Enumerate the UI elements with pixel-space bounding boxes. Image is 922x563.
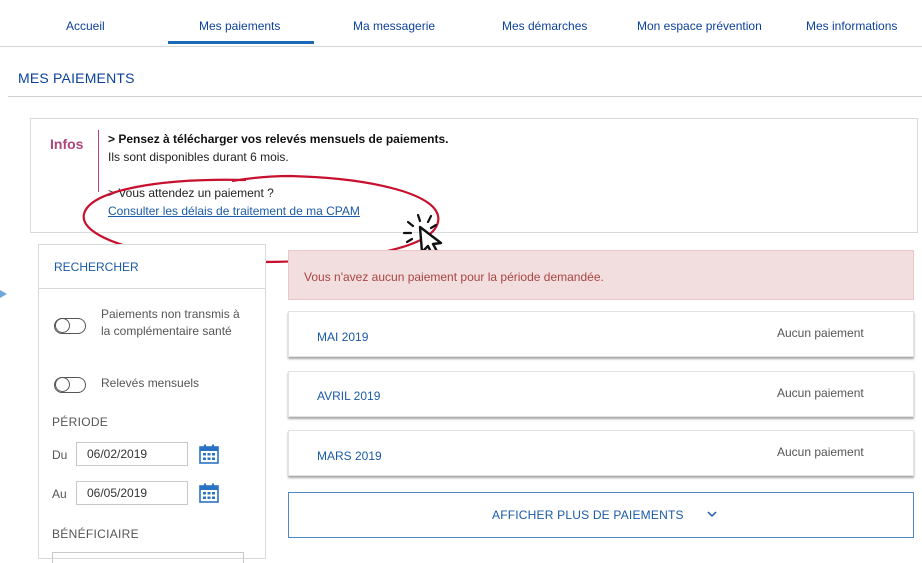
nav-item-mes-paiements[interactable]: Mes paiements <box>199 19 280 33</box>
nav-item-ma-messagerie[interactable]: Ma messagerie <box>353 19 435 33</box>
nav-item-accueil[interactable]: Accueil <box>66 19 105 33</box>
payment-status: Aucun paiement <box>777 445 864 459</box>
page-title: MES PAIEMENTS <box>18 70 135 86</box>
payment-status: Aucun paiement <box>777 326 864 340</box>
chevron-down-icon <box>707 511 717 518</box>
show-more-payments-label: AFFICHER PLUS DE PAIEMENTS <box>492 508 684 522</box>
infos-line-download: > Pensez à télécharger vos relevés mensu… <box>108 132 449 146</box>
date-from-label: Du <box>52 448 68 462</box>
nav-item-espace-prevention[interactable]: Mon espace prévention <box>637 19 762 33</box>
nav-item-mes-demarches[interactable]: Mes démarches <box>502 19 587 33</box>
toggle-non-transmitted-label: Paiements non transmis à la complémentai… <box>101 307 240 338</box>
payment-month: MAI 2019 <box>317 330 369 344</box>
search-panel <box>38 244 266 559</box>
payment-month: MARS 2019 <box>317 449 382 463</box>
infos-separator <box>98 130 99 192</box>
search-panel-divider <box>38 288 266 289</box>
title-divider <box>8 96 922 97</box>
date-from-input[interactable] <box>76 442 188 466</box>
search-panel-title: RECHERCHER <box>54 260 139 274</box>
infos-line-waiting: > Vous attendez un paiement ? <box>108 186 274 200</box>
payment-month: AVRIL 2019 <box>317 389 381 403</box>
no-payment-alert-text: Vous n'avez aucun paiement pour la pério… <box>304 270 604 284</box>
toggle-non-transmitted[interactable] <box>54 318 86 334</box>
calendar-icon[interactable] <box>199 444 219 464</box>
toggle-knob <box>55 377 70 392</box>
date-to-label: Au <box>52 487 67 501</box>
cpam-delays-link[interactable]: Consulter les délais de traitement de ma… <box>108 204 360 218</box>
toggle-monthly-statements[interactable] <box>54 377 86 393</box>
main-nav: Accueil Mes paiements Ma messagerie Mes … <box>0 0 922 47</box>
beneficiary-label: BÉNÉFICIAIRE <box>52 527 139 541</box>
toggle-knob <box>55 318 70 333</box>
date-to-input[interactable] <box>76 481 188 505</box>
infos-line-availability: Ils sont disponibles durant 6 mois. <box>108 150 289 164</box>
beneficiary-select[interactable] <box>52 552 244 563</box>
calendar-icon[interactable] <box>199 483 219 503</box>
payment-status: Aucun paiement <box>777 386 864 400</box>
nav-item-mes-informations[interactable]: Mes informations <box>806 19 897 33</box>
period-label: PÉRIODE <box>52 415 109 429</box>
scroll-arrow-icon <box>0 290 7 298</box>
active-tab-indicator <box>168 41 314 44</box>
infos-label: Infos <box>50 136 84 152</box>
toggle-monthly-statements-label: Relevés mensuels <box>101 376 200 390</box>
